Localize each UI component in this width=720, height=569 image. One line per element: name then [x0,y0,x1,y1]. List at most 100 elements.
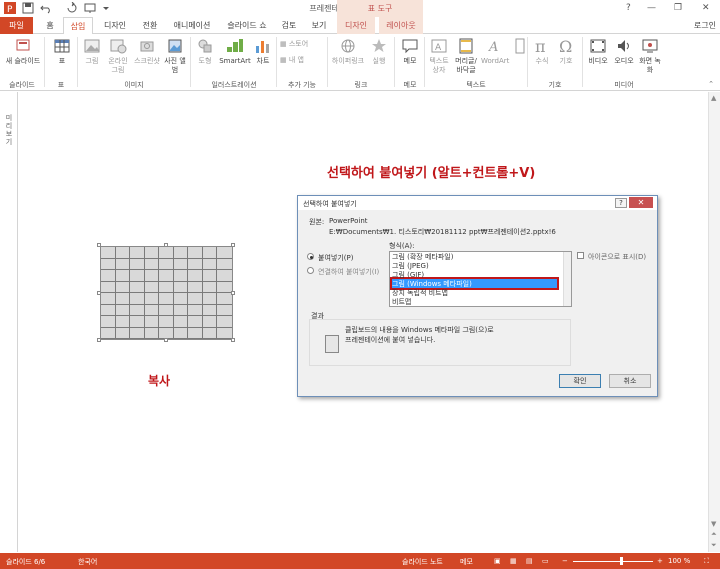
screenshot-button[interactable]: 스크린샷 [132,37,162,66]
tab-home[interactable]: 홈 [38,17,62,34]
zoom-slider-thumb[interactable] [620,557,623,565]
tab-animations[interactable]: 애니메이션 [169,17,215,34]
table-cell[interactable] [130,327,145,339]
thumbnail-pane[interactable]: 미리 보기 [0,92,18,552]
table-cell[interactable] [144,247,160,259]
screen-recording-button[interactable]: 화면 녹화 [638,37,662,75]
table-cell[interactable] [144,327,160,339]
table-cell[interactable] [202,258,218,270]
textbox-button[interactable]: A 텍스트 상자 [427,37,451,75]
table-cell[interactable] [217,247,232,259]
resize-handle[interactable] [231,338,235,342]
tab-view[interactable]: 보기 [306,17,332,34]
table-cell[interactable] [101,247,116,259]
table-cell[interactable] [202,304,218,316]
minimize-button[interactable]: — [647,3,656,13]
online-picture-button[interactable]: 온라인 그림 [105,37,131,75]
dialog-help-button[interactable]: ? [615,198,627,208]
equation-button[interactable]: π 수식 [531,37,553,66]
slideshow-view-icon[interactable]: ▭ [542,557,549,565]
table-cell[interactable] [159,293,174,305]
table-cell[interactable] [130,316,145,328]
format-listbox[interactable]: 그림 (확장 메타파일) 그림 (JPEG) 그림 (GIF) 그림 (Wind… [389,251,572,307]
tab-table-design[interactable]: 디자인 [337,17,375,34]
slide-sorter-icon[interactable]: ▦ [510,557,517,565]
table-cell[interactable] [115,247,131,259]
table-cell[interactable] [101,258,116,270]
resize-handle[interactable] [164,243,168,247]
table-cell[interactable] [188,293,203,305]
wordart-button[interactable]: A WordArt [481,37,509,66]
table-cell[interactable] [101,316,116,328]
table-cell[interactable] [115,293,131,305]
video-button[interactable]: 비디오 [586,37,610,66]
table-cell[interactable] [130,304,145,316]
paste-radio[interactable] [307,253,314,260]
table-cell[interactable] [144,281,160,293]
slide-heading[interactable]: 선택하여 붙여넣기 (알트+컨트롤+V) [327,162,535,181]
scroll-up-icon[interactable]: ▲ [711,94,716,102]
resize-handle[interactable] [231,243,235,247]
paste-link-radio[interactable] [307,267,314,274]
tab-review[interactable]: 검토 [277,17,301,34]
table-cell[interactable] [173,304,189,316]
table-cell[interactable] [173,281,189,293]
table-cell[interactable] [115,281,131,293]
table-cell[interactable] [130,293,145,305]
help-button[interactable]: ? [626,3,631,13]
symbol-button[interactable]: Ω 기호 [555,37,577,66]
table-cell[interactable] [188,281,203,293]
table-cell[interactable] [115,304,131,316]
table-cell[interactable] [188,304,203,316]
resize-handle[interactable] [97,291,101,295]
resize-handle[interactable] [97,338,101,342]
table-cell[interactable] [130,281,145,293]
table-cell[interactable] [130,270,145,282]
zoom-level[interactable]: 100 % [668,557,690,565]
chart-button[interactable]: 차트 [253,37,273,66]
table-cell[interactable] [202,270,218,282]
table-cell[interactable] [115,316,131,328]
table-cell[interactable] [115,258,131,270]
table-cell[interactable] [202,293,218,305]
paste-link-radio-label[interactable]: 연결하여 붙여넣기(I) [318,267,379,277]
my-apps-button[interactable]: ▦ 내 앱 [280,56,320,65]
resize-handle[interactable] [97,243,101,247]
tab-table-layout[interactable]: 레이아웃 [379,17,423,34]
table-cell[interactable] [144,304,160,316]
table-cell[interactable] [188,258,203,270]
language-indicator[interactable]: 한국어 [78,557,97,567]
tab-transitions[interactable]: 전환 [136,17,164,34]
normal-view-icon[interactable]: ▣ [494,557,501,565]
photo-album-button[interactable]: 사진 앨범 [163,37,187,75]
table-cell[interactable] [188,247,203,259]
collapse-ribbon-icon[interactable]: ⌃ [708,80,714,88]
maximize-button[interactable]: ❐ [674,3,682,13]
table-cell[interactable] [159,270,174,282]
table-cell[interactable] [159,247,174,259]
table-cell[interactable] [144,258,160,270]
shapes-button[interactable]: 도형 [194,37,216,66]
table-cell[interactable] [202,316,218,328]
ok-button[interactable]: 확인 [559,374,601,388]
table-cell[interactable] [217,304,232,316]
previous-slide-icon[interactable]: ⏶ [711,530,717,539]
text-more-button[interactable] [511,37,525,57]
paste-radio-label[interactable]: 붙여넣기(P) [318,253,353,263]
tab-design[interactable]: 디자인 [97,17,133,34]
next-slide-icon[interactable]: ⏷ [711,541,717,550]
tab-slideshow[interactable]: 슬라이드 쇼 [222,17,272,34]
table-cell[interactable] [217,293,232,305]
table-cell[interactable] [101,293,116,305]
table-cell[interactable] [159,316,174,328]
table-cell[interactable] [115,270,131,282]
table-cell[interactable] [188,316,203,328]
table-cell[interactable] [173,327,189,339]
picture-button[interactable]: 그림 [80,37,104,66]
table-cell[interactable] [159,304,174,316]
close-button[interactable]: ✕ [702,3,710,13]
audio-button[interactable]: 오디오 [612,37,636,66]
table-cell[interactable] [115,327,131,339]
new-slide-button[interactable]: 새 슬라이드 [3,37,43,66]
table-cell[interactable] [217,281,232,293]
